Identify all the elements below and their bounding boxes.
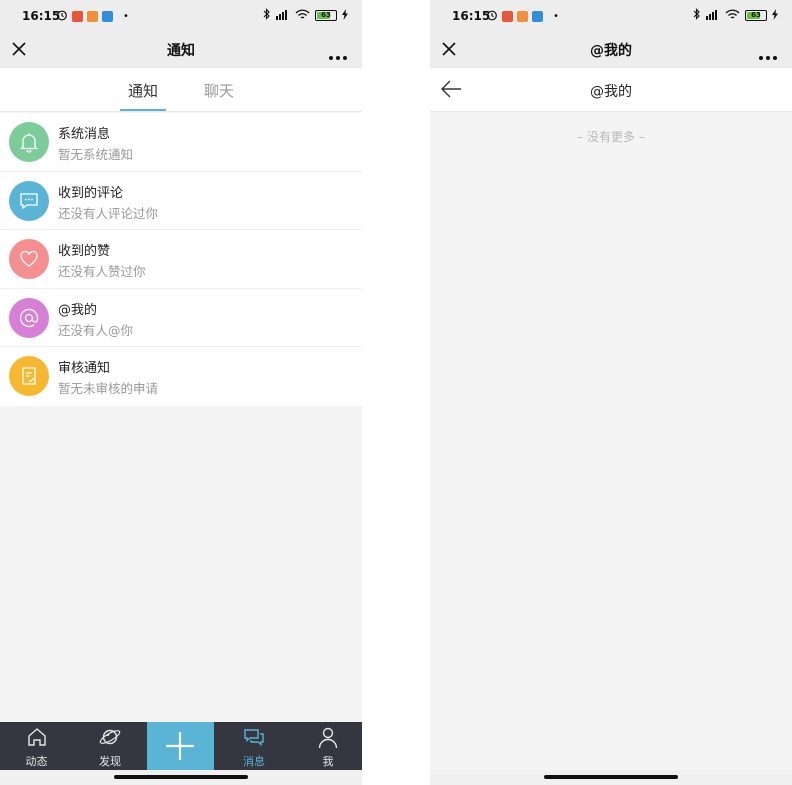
item-title: 收到的赞 — [58, 244, 111, 259]
gesture-area — [0, 770, 362, 785]
battery-icon: 63 — [745, 10, 767, 21]
list-item-system[interactable]: 系统消息 暂无系统通知 — [0, 113, 362, 172]
bluetooth-icon — [263, 8, 271, 23]
item-subtitle: 还没有人@你 — [58, 322, 134, 338]
alarm-icon — [56, 9, 68, 24]
home-indicator[interactable] — [544, 775, 678, 779]
tab-bar: 通知 聊天 — [0, 68, 362, 112]
status-right: 63 — [263, 8, 348, 23]
home-icon — [27, 728, 46, 746]
signal-icon — [276, 9, 290, 23]
nav-item-discover[interactable]: 发现 — [73, 722, 147, 770]
more-icon[interactable] — [758, 46, 778, 60]
app-notification-icon — [517, 11, 528, 22]
status-dot: • — [123, 11, 129, 22]
app-notification-icon — [532, 11, 543, 22]
item-title: 收到的评论 — [58, 185, 124, 201]
status-bar: 16:15 • 63 — [430, 0, 792, 32]
status-right: 63 — [693, 8, 778, 23]
nav-item-messages[interactable]: 消息 — [214, 722, 294, 770]
wifi-icon — [725, 9, 740, 23]
list-item-mentions[interactable]: @我的 还没有人@你 — [0, 289, 362, 347]
notifications-screen: 16:15 • 63 通知 通知 聊天 系统消息 暂无系统通知 收到的评论 还没… — [0, 0, 362, 785]
battery-icon: 63 — [315, 10, 337, 21]
planet-icon — [99, 729, 121, 745]
page-title: @我的 — [590, 43, 632, 59]
charging-icon — [342, 8, 348, 23]
title-bar: @我的 — [430, 32, 792, 68]
tab-indicator — [120, 109, 166, 111]
create-post-button[interactable] — [147, 722, 214, 770]
item-title: @我的 — [58, 302, 98, 318]
app-notification-icon — [87, 11, 98, 22]
nav-item-feed[interactable]: 动态 — [0, 722, 73, 770]
nav-label: 消息 — [243, 755, 265, 768]
item-title: 审核通知 — [58, 361, 111, 376]
charging-icon — [772, 8, 778, 23]
app-notification-icon — [102, 11, 113, 22]
alarm-icon — [486, 9, 498, 24]
list-item-review[interactable]: 审核通知 暂无未审核的申请 — [0, 347, 362, 406]
app-notification-icon — [502, 11, 513, 22]
app-notification-icon — [72, 11, 83, 22]
status-dot: • — [553, 11, 559, 22]
more-icon[interactable] — [328, 46, 348, 60]
nav-label: 我 — [322, 755, 334, 768]
title-bar: 通知 — [0, 32, 362, 68]
review-icon — [9, 356, 49, 396]
tab-notifications[interactable]: 通知 — [128, 80, 158, 101]
gesture-area — [430, 770, 792, 785]
nav-label: 动态 — [25, 755, 48, 768]
status-bar: 16:15 • 63 — [0, 0, 362, 32]
chat-icon — [244, 729, 264, 746]
item-subtitle: 还没有人赞过你 — [58, 264, 146, 279]
notification-list: 系统消息 暂无系统通知 收到的评论 还没有人评论过你 收到的赞 还没有人赞过你 … — [0, 113, 362, 406]
bottom-nav: 动态 发现 消息 我 — [0, 722, 362, 770]
sub-header: @我的 — [430, 68, 792, 112]
mentions-screen: 16:15 • 63 @我的 @我的 – 没有更多 – — [430, 0, 792, 785]
nav-item-me[interactable]: 我 — [294, 722, 362, 770]
home-indicator[interactable] — [114, 775, 248, 779]
status-app-icons: • — [56, 9, 129, 24]
user-icon — [318, 727, 338, 749]
status-app-icons: • — [486, 9, 559, 24]
item-subtitle: 还没有人评论过你 — [58, 205, 159, 221]
status-time: 16:15 — [22, 9, 61, 23]
at-icon — [9, 297, 49, 338]
tab-chat[interactable]: 聊天 — [204, 80, 234, 101]
page-title: 通知 — [167, 43, 195, 59]
section-title: @我的 — [590, 84, 632, 100]
list-item-comments[interactable]: 收到的评论 还没有人评论过你 — [0, 172, 362, 230]
status-time: 16:15 — [452, 9, 491, 23]
list-item-likes[interactable]: 收到的赞 还没有人赞过你 — [0, 230, 362, 289]
item-subtitle: 暂无系统通知 — [58, 147, 134, 162]
plus-icon — [166, 732, 194, 760]
no-more-text: – 没有更多 – — [577, 130, 645, 144]
item-title: 系统消息 — [58, 127, 111, 142]
comment-icon — [9, 180, 49, 221]
bluetooth-icon — [693, 8, 701, 23]
nav-label: 发现 — [99, 755, 121, 768]
wifi-icon — [295, 9, 310, 23]
heart-icon — [9, 239, 49, 279]
item-subtitle: 暂无未审核的申请 — [58, 381, 159, 396]
bell-icon — [9, 122, 49, 162]
signal-icon — [706, 9, 720, 23]
